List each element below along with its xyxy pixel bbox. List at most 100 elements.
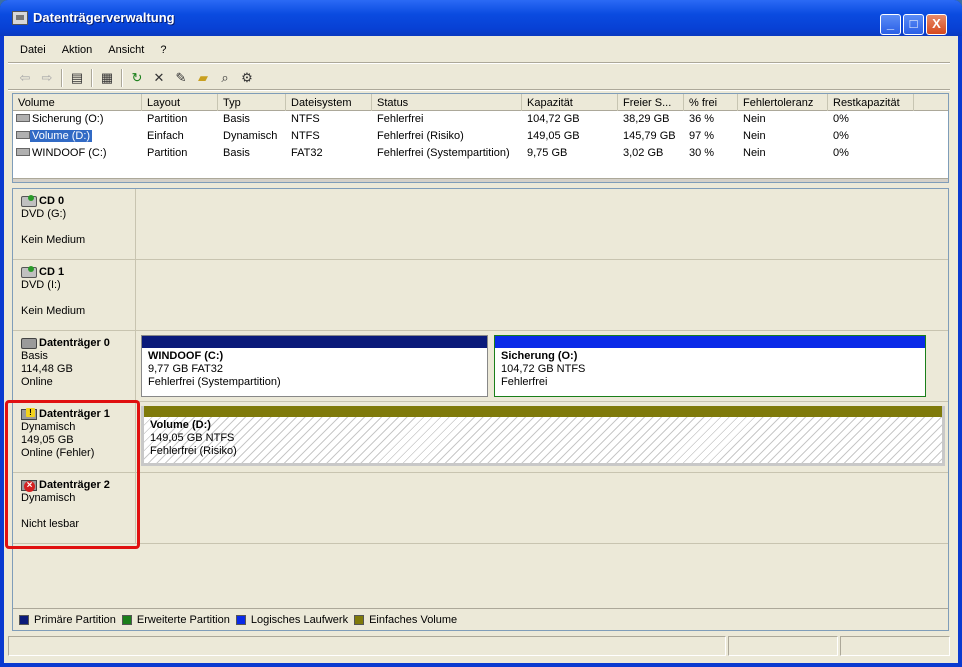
menu-ansicht[interactable]: Ansicht xyxy=(100,44,152,60)
legend-item: Primäre Partition xyxy=(19,614,116,626)
partition-name: WINDOOF (C:) xyxy=(148,350,224,362)
table-row[interactable]: WINDOOF (C:) Partition Basis FAT32 Fehle… xyxy=(13,145,948,162)
cell-dateisystem: NTFS xyxy=(291,113,320,125)
menu-help[interactable]: ? xyxy=(152,44,174,60)
cell-freier-speicher: 145,79 GB xyxy=(623,130,676,142)
cell-layout: Partition xyxy=(147,147,188,159)
status-bar xyxy=(8,636,954,658)
legend-swatch xyxy=(235,614,246,625)
cell-typ: Basis xyxy=(223,113,250,125)
back-icon[interactable]: ⇦ xyxy=(14,68,36,88)
properties-icon[interactable]: ▦ xyxy=(96,68,118,88)
disk-management-icon xyxy=(12,11,28,25)
disk-size xyxy=(21,221,135,234)
legend-swatch xyxy=(121,614,132,625)
status-pane xyxy=(728,636,838,656)
volume-name: Volume (D:) xyxy=(150,419,211,431)
cell-kapazitaet: 104,72 GB xyxy=(527,113,580,125)
partition-name: Sicherung (O:) xyxy=(501,350,578,362)
partition-status: Fehlerfrei xyxy=(501,376,548,388)
disk-row-disk1[interactable]: Datenträger 1 Dynamisch 149,05 GB Online… xyxy=(13,402,948,473)
disk-size xyxy=(21,292,135,305)
cell-typ: Basis xyxy=(223,147,250,159)
cd-drive-icon xyxy=(21,195,37,207)
cell-prozent-frei: 97 % xyxy=(689,130,715,142)
console-tree-icon[interactable]: ▤ xyxy=(66,68,88,88)
disk-name: Datenträger 0 xyxy=(39,337,110,349)
toolbar-separator xyxy=(121,69,123,87)
disk-row-disk0[interactable]: Datenträger 0 Basis 114,48 GB Online WIN… xyxy=(13,331,948,402)
list-header: Volume Layout Typ Dateisystem Status Kap… xyxy=(13,94,948,111)
cell-volume: Sicherung (O:) xyxy=(32,113,104,125)
open-icon[interactable]: ▰ xyxy=(192,68,214,88)
cell-prozent-frei: 36 % xyxy=(689,113,715,125)
volume-icon xyxy=(16,114,30,122)
partition-windoof-c[interactable]: WINDOOF (C:) 9,77 GB FAT32 Fehlerfrei (S… xyxy=(141,335,488,397)
cell-fehlertoleranz: Nein xyxy=(743,147,766,159)
disk-name: CD 1 xyxy=(39,266,65,278)
horizontal-scrollbar[interactable] xyxy=(13,178,948,182)
disk-status: Online xyxy=(21,376,53,388)
column-header-volume[interactable]: Volume xyxy=(13,94,142,111)
column-header-dateisystem[interactable]: Dateisystem xyxy=(286,94,372,111)
close-button[interactable]: X xyxy=(926,14,947,35)
disk-row-disk2[interactable]: Datenträger 2 Dynamisch Nicht lesbar xyxy=(13,473,948,544)
disk-label[interactable]: CD 1 DVD (I:) Kein Medium xyxy=(13,260,136,330)
cell-volume: Volume (D:) xyxy=(30,130,93,142)
volume-d[interactable]: Volume (D:) 149,05 GB NTFS Fehlerfrei (R… xyxy=(141,406,945,466)
search-icon[interactable]: ⌕ xyxy=(214,68,236,88)
cd-drive-icon xyxy=(21,266,37,278)
partition-status: Fehlerfrei (Systempartition) xyxy=(148,376,281,388)
column-header-prozent-frei[interactable]: % frei xyxy=(684,94,738,111)
disk-type: DVD (I:) xyxy=(21,279,61,291)
legend-label: Einfaches Volume xyxy=(369,613,458,626)
cell-typ: Dynamisch xyxy=(223,130,278,142)
volume-type-bar xyxy=(144,406,942,417)
volume-size: 149,05 GB NTFS xyxy=(150,432,235,444)
table-row[interactable]: Sicherung (O:) Partition Basis NTFS Fehl… xyxy=(13,111,948,128)
help-icon[interactable]: ✎ xyxy=(170,68,192,88)
column-header-restkapazitaet[interactable]: Restkapazität xyxy=(828,94,914,111)
hard-disk-icon xyxy=(21,338,37,349)
delete-icon[interactable]: ✕ xyxy=(148,68,170,88)
disk-status: Kein Medium xyxy=(21,234,86,246)
column-header-freier-speicher[interactable]: Freier S... xyxy=(618,94,684,111)
minimize-button[interactable]: _ xyxy=(880,14,901,35)
column-header-typ[interactable]: Typ xyxy=(218,94,286,111)
partition-type-bar xyxy=(495,336,925,348)
maximize-button[interactable]: □ xyxy=(903,14,924,35)
cell-dateisystem: FAT32 xyxy=(291,147,323,159)
menu-aktion[interactable]: Aktion xyxy=(54,44,101,60)
legend-label: Erweiterte Partition xyxy=(136,613,230,626)
disk-type: DVD (G:) xyxy=(21,208,67,220)
legend-item: Einfaches Volume xyxy=(354,614,457,626)
disk-row-cd0[interactable]: CD 0 DVD (G:) Kein Medium xyxy=(13,189,948,260)
table-row[interactable]: Volume (D:) Einfach Dynamisch NTFS Fehle… xyxy=(13,128,948,145)
refresh-icon[interactable]: ↻ xyxy=(126,68,148,88)
column-header-kapazitaet[interactable]: Kapazität xyxy=(522,94,618,111)
warning-volume-icon xyxy=(16,131,30,139)
column-header-status[interactable]: Status xyxy=(372,94,522,111)
cell-freier-speicher: 38,29 GB xyxy=(623,113,670,125)
highlight-red-annotation xyxy=(5,400,140,549)
settings-icon[interactable]: ⚙ xyxy=(236,68,258,88)
cell-dateisystem: NTFS xyxy=(291,130,320,142)
partition-type-bar xyxy=(142,336,487,348)
cell-layout: Einfach xyxy=(147,130,184,142)
volume-status: Fehlerfrei (Risiko) xyxy=(150,445,237,457)
legend-item: Logisches Laufwerk xyxy=(235,614,348,626)
menu-datei[interactable]: Datei xyxy=(12,44,54,60)
disk-row-cd1[interactable]: CD 1 DVD (I:) Kein Medium xyxy=(13,260,948,331)
disk-label[interactable]: CD 0 DVD (G:) Kein Medium xyxy=(13,189,136,259)
cell-volume: WINDOOF (C:) xyxy=(32,147,107,159)
forward-icon[interactable]: ⇨ xyxy=(36,68,58,88)
window-title: Datenträgerverwaltung xyxy=(33,10,175,25)
disk-label[interactable]: Datenträger 0 Basis 114,48 GB Online xyxy=(13,331,136,401)
partition-sicherung-o[interactable]: Sicherung (O:) 104,72 GB NTFS Fehlerfrei xyxy=(494,335,926,397)
cell-fehlertoleranz: Nein xyxy=(743,130,766,142)
title-bar[interactable]: Datenträgerverwaltung _ □ X xyxy=(0,0,962,36)
cell-status: Fehlerfrei xyxy=(377,113,424,125)
column-header-fehlertoleranz[interactable]: Fehlertoleranz xyxy=(738,94,828,111)
column-header-layout[interactable]: Layout xyxy=(142,94,218,111)
client-area: Datei Aktion Ansicht ? ⇦ ⇨ ▤ ▦ ↻ ✕ ✎ ▰ ⌕… xyxy=(4,36,958,663)
